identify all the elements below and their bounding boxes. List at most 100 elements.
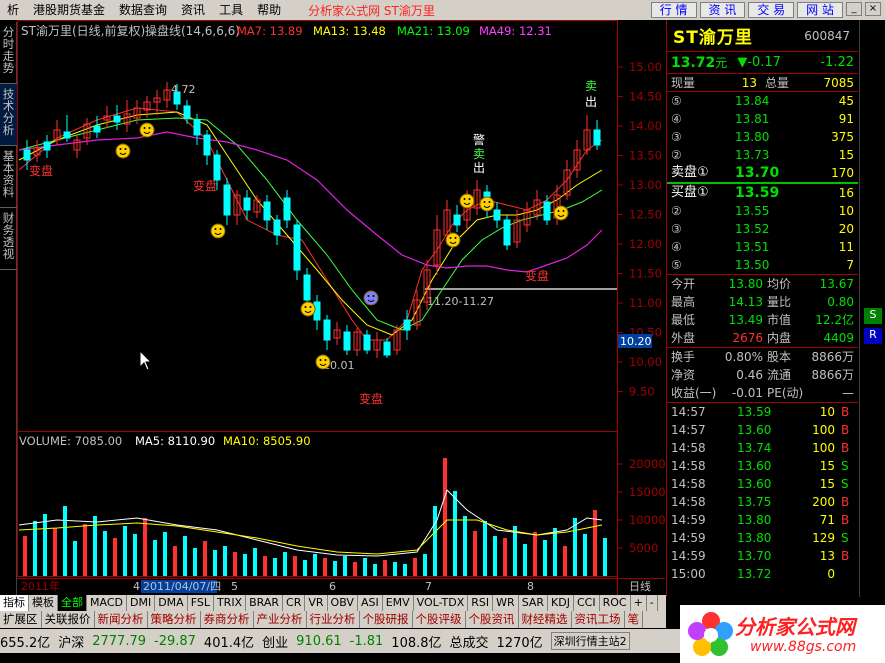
quote-button[interactable]: 行 情: [650, 2, 697, 18]
menu-news[interactable]: 资讯: [174, 0, 212, 20]
tick-price: 13.70: [737, 549, 772, 563]
volume-bar: [463, 516, 467, 576]
candle-body: [383, 341, 391, 356]
ticker-total-value: 1270亿: [496, 635, 543, 651]
tab-fundamentals[interactable]: 基本资料: [0, 146, 17, 208]
indicator-tab[interactable]: ASI: [358, 595, 383, 611]
indicator-tab[interactable]: DMA: [155, 595, 188, 611]
sell-price: 13.80: [735, 130, 770, 144]
website-button[interactable]: 网 站: [797, 2, 843, 18]
price-change: ▼-0.17: [737, 55, 781, 70]
minimize-icon[interactable]: _: [846, 2, 862, 16]
indicator-tab[interactable]: 模板: [29, 595, 58, 611]
menu-data-query[interactable]: 数据查询: [112, 0, 174, 20]
indicator-tab[interactable]: DMI: [127, 595, 156, 611]
sell-price: 13.81: [735, 112, 770, 126]
sell-price: 13.84: [735, 94, 770, 108]
stat-label: 市值: [767, 313, 792, 327]
indicator-tab[interactable]: MACD: [87, 595, 127, 611]
site-logo: 分析家公式网 www.88gs.com: [680, 605, 885, 663]
stat-value: 4409: [823, 331, 854, 345]
tick-direction: B: [841, 423, 850, 437]
stat-value: 13.49: [728, 313, 763, 327]
indicator-tab[interactable]: SAR: [519, 595, 549, 611]
indicator-tab[interactable]: CR: [283, 595, 306, 611]
volume-bar: [133, 534, 137, 576]
indicator-tab[interactable]: VOL-TDX: [414, 595, 469, 611]
volume-bar: [313, 554, 317, 576]
x-axis-label: 5: [231, 580, 238, 593]
tick-price: 13.74: [737, 441, 772, 455]
price-tick-label: 12.00: [629, 237, 662, 251]
info-link[interactable]: 笔: [625, 611, 643, 628]
info-link[interactable]: 券商分析: [201, 611, 254, 628]
indicator-tab[interactable]: TRIX: [214, 595, 247, 611]
info-link[interactable]: 策略分析: [148, 611, 201, 628]
biangpan-label-1: 变盘: [29, 163, 53, 178]
info-link[interactable]: 产业分析: [254, 611, 307, 628]
kline-chart[interactable]: ST渝万里(日线,前复权) 操盘线(14,6,6,6) MA7: 13.89 M…: [17, 20, 665, 595]
info-link[interactable]: 关联报价: [42, 611, 95, 628]
indicator-tab[interactable]: EMV: [383, 595, 414, 611]
indicator-tab[interactable]: ROC: [600, 595, 631, 611]
volume-bar: [483, 521, 487, 576]
side-r-button[interactable]: R: [864, 328, 882, 344]
indicator-tab[interactable]: BRAR: [246, 595, 284, 611]
sell-volume: 170: [831, 166, 854, 180]
volume-bar: [103, 531, 107, 576]
candle-body: [43, 141, 51, 151]
info-link[interactable]: 新闻分析: [95, 611, 148, 628]
info-link[interactable]: 财经精选: [519, 611, 572, 628]
menu-tools[interactable]: 工具: [212, 0, 250, 20]
indicator-tab[interactable]: OBV: [328, 595, 358, 611]
candle-body: [493, 209, 501, 221]
indicator-tab[interactable]: 指标: [0, 595, 29, 611]
sell-row: ③ 13.80 375: [667, 128, 858, 146]
candle-body: [323, 319, 331, 341]
volume-bar: [193, 548, 197, 576]
stat-label: 量比: [767, 295, 792, 309]
indicator-tab[interactable]: +: [631, 595, 647, 611]
stat-row: 净资 0.46 流通 8866万: [667, 366, 858, 384]
warn-signal-1: 警: [473, 132, 485, 147]
indicator-tab[interactable]: VR: [305, 595, 328, 611]
menu-analysis[interactable]: 析: [0, 0, 26, 20]
indicator-tab[interactable]: FSL: [188, 595, 214, 611]
info-link[interactable]: 行业分析: [307, 611, 360, 628]
period-label[interactable]: 日线: [629, 579, 651, 593]
ticker-site[interactable]: 深圳行情主站2: [550, 632, 630, 650]
tab-intraday[interactable]: 分时走势: [0, 22, 17, 84]
info-button[interactable]: 资 讯: [699, 2, 746, 18]
info-link[interactable]: 扩展区: [0, 611, 42, 628]
sell-price: 13.73: [735, 148, 770, 162]
info-link[interactable]: 个股评级: [413, 611, 466, 628]
tab-technical[interactable]: 技术分析: [0, 84, 17, 146]
volume-bar: [563, 546, 567, 576]
info-link[interactable]: 个股资讯: [466, 611, 519, 628]
volume-bar: [253, 548, 257, 576]
menu-help[interactable]: 帮助: [250, 0, 288, 20]
buy-row: ③ 13.52 20: [667, 220, 858, 238]
indicator-tab[interactable]: KDJ: [548, 595, 574, 611]
indicator-tab[interactable]: WR: [493, 595, 519, 611]
ticker-cy-label: 创业: [262, 635, 289, 651]
info-link[interactable]: 个股研报: [360, 611, 413, 628]
trade-button[interactable]: 交 易: [748, 2, 795, 18]
menu-hk-futures[interactable]: 港股期货基金: [26, 0, 112, 20]
indicator-tab[interactable]: 全部: [58, 595, 87, 611]
candle-body: [453, 214, 461, 226]
stat-value: —: [842, 386, 854, 400]
side-s-button[interactable]: S: [864, 308, 882, 324]
info-link[interactable]: 资讯工场: [572, 611, 625, 628]
indicator-tab[interactable]: -: [647, 595, 658, 611]
close-icon[interactable]: ×: [865, 2, 881, 16]
tick-time: 14:59: [671, 513, 706, 527]
volume-bar: [123, 526, 127, 576]
ticker-sz-label: 沪深: [58, 635, 85, 651]
tick-time: 14:57: [671, 423, 706, 437]
indicator-tab[interactable]: CCI: [574, 595, 600, 611]
indicator-tab[interactable]: RSI: [468, 595, 494, 611]
volume-bar: [83, 524, 87, 576]
chart-header-indicator: 操盘线(14,6,6,6): [145, 23, 240, 38]
tab-finance[interactable]: 财务透视: [0, 208, 17, 270]
